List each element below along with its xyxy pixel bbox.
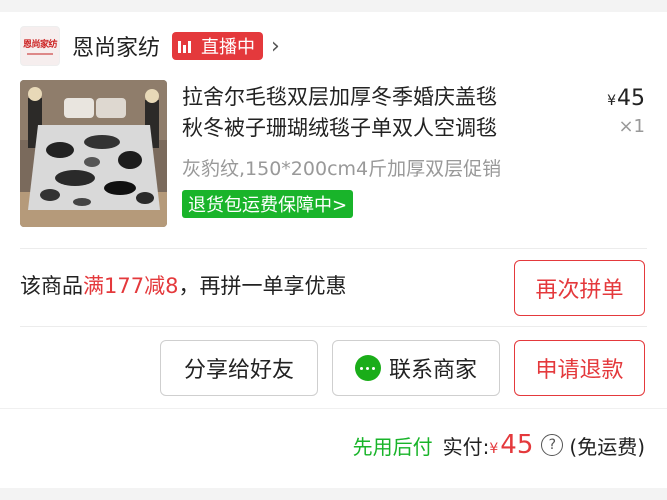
paid-amount: ¥45 [489, 430, 534, 460]
divider [20, 248, 647, 249]
contact-seller-label: 联系商家 [388, 358, 477, 383]
blanket-photo [20, 80, 167, 227]
store-header[interactable]: 恩尚家纺 恩尚家纺 直播中 › [20, 26, 280, 66]
product-title[interactable]: 拉舍尔毛毯双层加厚冬季婚庆盖毯 秋冬被子珊瑚绒毯子单双人空调毯 [182, 82, 582, 144]
product-price: ¥45 [607, 86, 645, 111]
product-image[interactable] [20, 80, 167, 227]
price-value: 45 [617, 86, 645, 111]
live-label: 直播中 [201, 37, 256, 58]
chat-icon [354, 355, 381, 381]
product-title-line1: 拉舍尔毛毯双层加厚冬季婚庆盖毯 [182, 85, 497, 109]
paid-label: 实付: [442, 434, 490, 459]
shipping-note: (免运费) [569, 434, 645, 459]
rebuy-button[interactable]: 再次拼单 [514, 260, 645, 316]
refund-button[interactable]: 申请退款 [514, 340, 645, 396]
store-name[interactable]: 恩尚家纺 [72, 30, 160, 62]
return-shipping-guarantee-badge[interactable]: 退货包运费保障中> [182, 190, 354, 218]
store-logo: 恩尚家纺 [20, 26, 60, 66]
store-logo-text: 恩尚家纺 [22, 40, 58, 50]
product-title-line2: 秋冬被子珊瑚绒毯子单双人空调毯 [182, 116, 497, 140]
product-quantity: ×1 [618, 116, 645, 137]
chevron-right-icon[interactable]: › [271, 34, 280, 59]
promo-discount: 满177减8 [83, 274, 179, 298]
share-button[interactable]: 分享给好友 [160, 340, 318, 396]
live-icon [178, 39, 193, 53]
divider [20, 326, 647, 327]
divider [0, 408, 667, 409]
order-card: 恩尚家纺 恩尚家纺 直播中 › 拉舍尔毛毯双层加厚冬季婚庆盖毯 秋冬被子珊瑚绒毯… [0, 12, 667, 488]
contact-seller-button[interactable]: 联系商家 [332, 340, 500, 396]
live-badge[interactable]: 直播中 [172, 32, 264, 60]
pay-later-label[interactable]: 先用后付 [353, 431, 433, 460]
product-spec: 灰豹纹,150*200cm4斤加厚双层促销 [182, 158, 502, 180]
price-currency: ¥ [607, 93, 616, 109]
question-icon[interactable]: ? [541, 434, 564, 456]
payment-summary: 先用后付 实付: ¥45 ? (免运费) [353, 430, 645, 460]
promo-text: 该商品满177减8，再拼一单享优惠 [20, 274, 347, 298]
